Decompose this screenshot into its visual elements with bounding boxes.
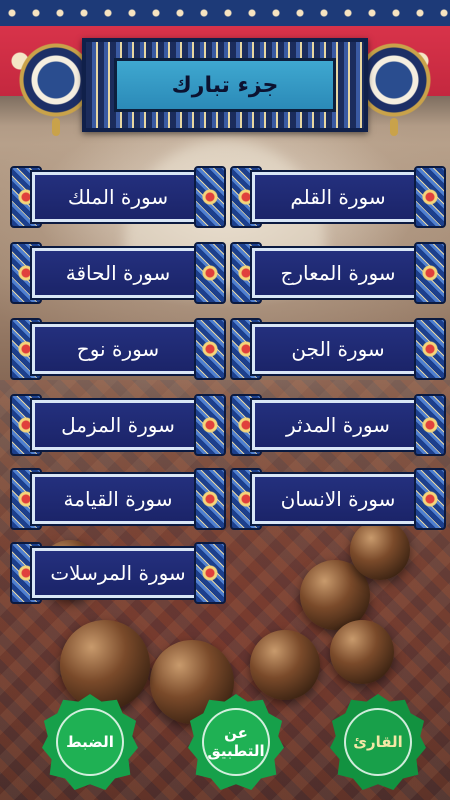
surah-button-al-haqqa[interactable]: سورة الحاقة (10, 242, 226, 304)
ornament-tile (414, 242, 446, 304)
surah-label: سورة المرسلات (50, 561, 186, 585)
prayer-bead (330, 620, 394, 684)
surah-label: سورة نوح (76, 337, 160, 361)
surah-label: سورة المعارج (280, 261, 396, 285)
surah-label: سورة الملك (67, 185, 169, 209)
surah-label: سورة المدثر (286, 413, 390, 437)
surah-button-al-qalam[interactable]: سورة القلم (230, 166, 446, 228)
header-banner: جزء تبارك (0, 0, 450, 150)
prayer-bead (250, 630, 320, 700)
page-title: جزء تبارك (171, 72, 279, 98)
surah-label: سورة القيامة (63, 487, 173, 511)
surah-button-al-mulk[interactable]: سورة الملك (10, 166, 226, 228)
ornament-tile (194, 318, 226, 380)
surah-plate: سورة الانسان (250, 472, 426, 526)
ornament-tile (194, 166, 226, 228)
about-app-label: عن التطبيق (207, 724, 265, 760)
surah-plate: سورة المعارج (250, 246, 426, 300)
about-app-button[interactable]: عن التطبيق (188, 694, 284, 790)
surah-button-nuh[interactable]: سورة نوح (10, 318, 226, 380)
surah-plate: سورة الملك (30, 170, 206, 224)
prayer-bead (350, 520, 410, 580)
ornament-tile (414, 468, 446, 530)
ornament-tile (194, 242, 226, 304)
header-pattern-strip (0, 0, 450, 26)
surah-plate: سورة القلم (250, 170, 426, 224)
surah-plate: سورة المزمل (30, 398, 206, 452)
surah-label: سورة القلم (290, 185, 386, 209)
ornament-tile (194, 542, 226, 604)
surah-button-al-jinn[interactable]: سورة الجن (230, 318, 446, 380)
ornament-tile (194, 468, 226, 530)
reader-button[interactable]: القارئ (330, 694, 426, 790)
surah-button-al-qiyama[interactable]: سورة القيامة (10, 468, 226, 530)
surah-label: سورة الانسان (280, 487, 396, 511)
surah-button-al-insan[interactable]: سورة الانسان (230, 468, 446, 530)
surah-label: سورة المزمل (61, 413, 175, 437)
surah-plate: سورة المدثر (250, 398, 426, 452)
ornament-tile (414, 394, 446, 456)
ornament-tile (194, 394, 226, 456)
surah-button-al-muddaththir[interactable]: سورة المدثر (230, 394, 446, 456)
surah-plate: سورة نوح (30, 322, 206, 376)
surah-plate: سورة المرسلات (30, 546, 206, 600)
title-box: جزء تبارك (114, 58, 336, 112)
ornament-tile (414, 166, 446, 228)
ornament-tile (414, 318, 446, 380)
surah-plate: سورة الجن (250, 322, 426, 376)
settings-label: الضبط (66, 733, 114, 751)
surah-button-al-mursalat[interactable]: سورة المرسلات (10, 542, 226, 604)
surah-plate: سورة القيامة (30, 472, 206, 526)
surah-button-al-muzzammil[interactable]: سورة المزمل (10, 394, 226, 456)
surah-label: سورة الحاقة (65, 261, 171, 285)
surah-plate: سورة الحاقة (30, 246, 206, 300)
reader-label: القارئ (353, 733, 403, 751)
surah-label: سورة الجن (291, 337, 385, 361)
surah-button-al-maarij[interactable]: سورة المعارج (230, 242, 446, 304)
settings-button[interactable]: الضبط (42, 694, 138, 790)
